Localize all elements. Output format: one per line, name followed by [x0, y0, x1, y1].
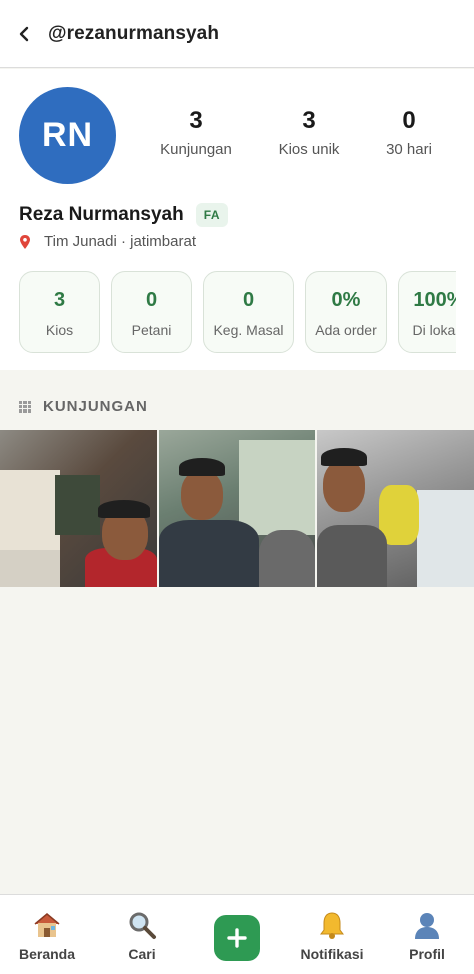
visit-photo[interactable]	[317, 430, 474, 587]
card-label: Di lokasi	[412, 322, 456, 338]
card-value: 0	[145, 289, 158, 311]
card-value: 100%	[413, 289, 456, 311]
stat-value: 3	[302, 107, 316, 134]
profile-card: RN 3 Kunjungan 3 Kios unik 0 30 hari Rez…	[0, 69, 474, 370]
summary-card-ada-order[interactable]: 0% Ada order	[305, 271, 387, 353]
grid-icon	[19, 400, 31, 413]
chevron-left-icon	[19, 26, 29, 41]
section-header: KUNJUNGAN	[19, 398, 148, 415]
nav-beranda[interactable]: Beranda	[8, 895, 86, 974]
visit-photo[interactable]	[0, 430, 157, 587]
person-icon	[392, 909, 462, 941]
card-label: Kios	[45, 322, 74, 338]
stat-unique-kiosks: 3 Kios unik	[272, 107, 346, 158]
back-button[interactable]	[0, 0, 48, 68]
nav-profil[interactable]: Profil	[392, 895, 462, 974]
summary-card-keg-masal[interactable]: 0 Keg. Masal	[203, 271, 294, 353]
map-pin-icon	[20, 234, 30, 249]
top-bar: @rezanurmansyah	[0, 0, 474, 68]
stat-visits: 3 Kunjungan	[156, 107, 236, 158]
summary-card-di-lokasi[interactable]: 100% Di lokasi	[398, 271, 456, 353]
nav-label: Profil	[409, 946, 445, 962]
location-text: Tim Junadi · jatimbarat	[44, 233, 196, 250]
visit-photo[interactable]	[159, 430, 315, 587]
section-title: KUNJUNGAN	[43, 398, 148, 415]
card-value: 0	[242, 289, 255, 311]
profile-handle: @rezanurmansyah	[48, 22, 220, 44]
visit-photo-grid	[0, 430, 474, 587]
profile-name: Reza Nurmansyah	[19, 204, 184, 225]
bell-icon	[292, 909, 372, 941]
card-label: Petani	[131, 322, 172, 338]
bottom-nav: Beranda Cari Notifikasi Profil	[0, 894, 474, 974]
stat-label: Kunjungan	[160, 141, 232, 158]
card-label: Keg. Masal	[213, 322, 284, 338]
nav-label: Notifikasi	[300, 946, 364, 962]
stat-value: 0	[402, 107, 416, 134]
add-button[interactable]	[214, 915, 260, 961]
plus-icon	[227, 928, 247, 948]
house-icon	[8, 909, 86, 941]
stat-30-days: 0 30 hari	[380, 107, 438, 158]
stat-value: 3	[189, 107, 203, 134]
magnifier-icon	[102, 909, 182, 941]
summary-card-kios[interactable]: 3 Kios	[19, 271, 100, 353]
summary-cards: 3 Kios 0 Petani 0 Keg. Masal 0% Ada orde…	[0, 271, 456, 355]
stat-label: 30 hari	[386, 141, 432, 158]
card-label: Ada order	[315, 322, 377, 338]
card-value: 3	[53, 289, 66, 311]
location-row: Tim Junadi · jatimbarat	[19, 233, 196, 250]
stat-label: Kios unik	[278, 141, 340, 158]
nav-label: Beranda	[18, 946, 76, 962]
nav-label: Cari	[128, 946, 156, 962]
card-value: 0%	[331, 289, 361, 311]
name-row: Reza Nurmansyah FA	[19, 203, 229, 227]
avatar: RN	[19, 87, 116, 184]
summary-card-petani[interactable]: 0 Petani	[111, 271, 192, 353]
nav-notifikasi[interactable]: Notifikasi	[292, 895, 372, 974]
nav-cari[interactable]: Cari	[102, 895, 182, 974]
role-badge: FA	[195, 203, 229, 227]
